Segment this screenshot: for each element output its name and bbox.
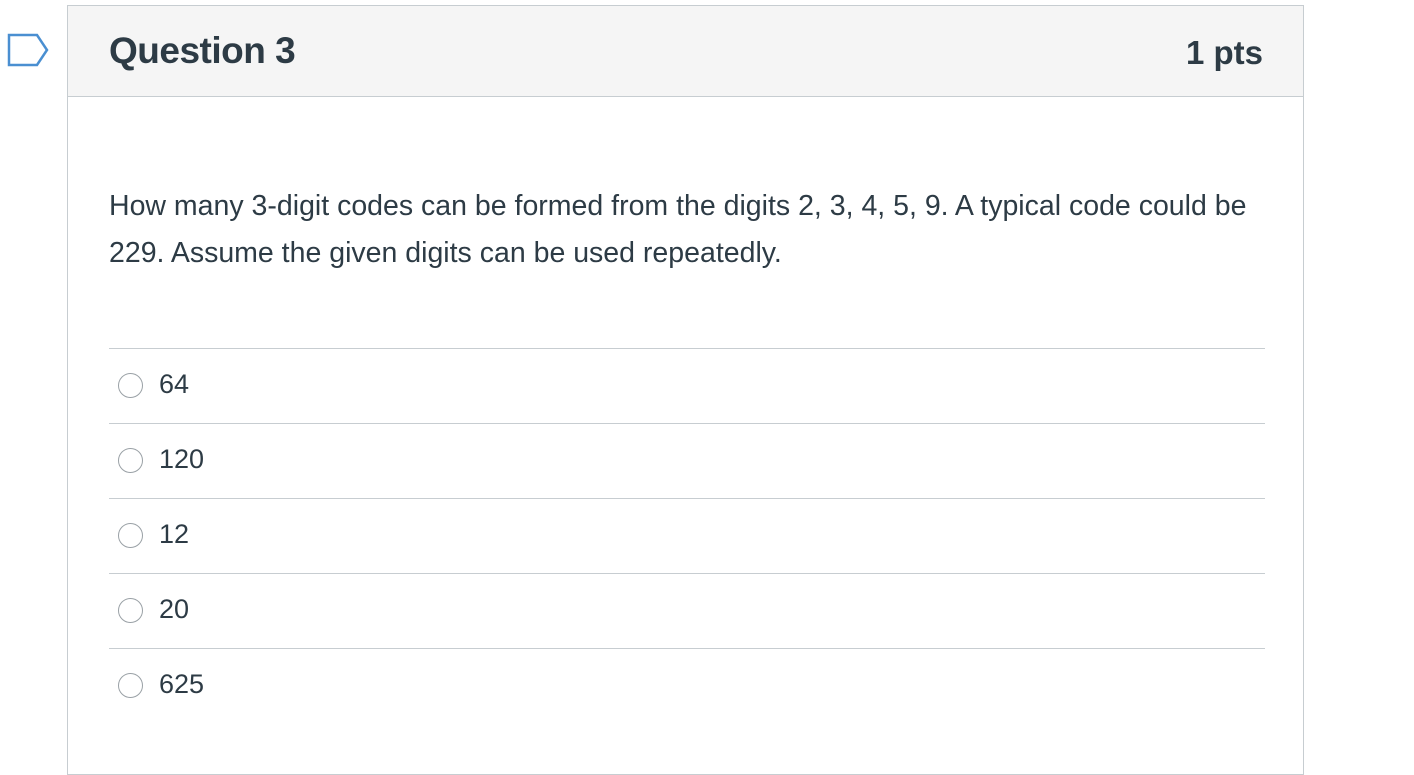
answer-option[interactable]: 64 — [109, 348, 1265, 423]
radio-button-icon[interactable] — [118, 523, 143, 548]
answer-option[interactable]: 625 — [109, 648, 1265, 723]
answer-option[interactable]: 120 — [109, 423, 1265, 498]
question-header: Question 3 1 pts — [68, 6, 1303, 97]
question-points: 1 pts — [1185, 34, 1263, 71]
flag-question-icon[interactable] — [7, 33, 49, 67]
answer-list: 64 120 12 20 625 — [109, 348, 1265, 723]
answer-label[interactable]: 625 — [159, 669, 204, 700]
answer-option[interactable]: 20 — [109, 573, 1265, 648]
radio-button-icon[interactable] — [118, 673, 143, 698]
answer-label[interactable]: 64 — [159, 369, 189, 400]
radio-button-icon[interactable] — [118, 598, 143, 623]
answer-option[interactable]: 12 — [109, 498, 1265, 573]
answer-label[interactable]: 120 — [159, 444, 204, 475]
radio-button-icon[interactable] — [118, 448, 143, 473]
question-title: Question 3 — [109, 30, 296, 71]
radio-button-icon[interactable] — [118, 373, 143, 398]
question-card: Question 3 1 pts How many 3-digit codes … — [67, 5, 1304, 775]
answer-label[interactable]: 12 — [159, 519, 189, 550]
answer-label[interactable]: 20 — [159, 594, 189, 625]
question-text: How many 3-digit codes can be formed fro… — [109, 190, 1247, 269]
